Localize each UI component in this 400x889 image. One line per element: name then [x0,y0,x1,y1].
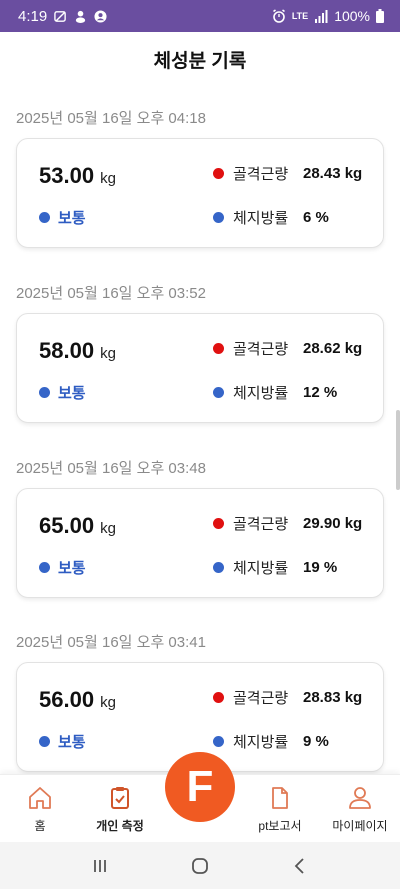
muscle-label: 골격근량 [233,166,289,183]
weight-unit: kg [100,694,116,711]
fat-metric: 체지방률 12 % [213,382,337,403]
nav-label-report: pt보고서 [258,819,302,833]
muscle-value: 28.62 kg [303,340,363,357]
record-card[interactable]: 65.00 kg 보통 골격근량 29.90 kg 체지방률 19 % [16,488,384,598]
status-badge: 보통 [39,731,86,752]
back-button[interactable] [280,851,320,881]
muscle-dot-icon [213,692,224,703]
nav-item-measure[interactable]: 개인 측정 [80,785,160,834]
muscle-metric: 골격근량 29.90 kg [213,513,362,534]
fat-value: 9 % [303,733,329,750]
account-icon [94,9,107,23]
recent-apps-button[interactable] [80,851,120,881]
status-text: 보통 [58,210,86,227]
status-dot-icon [39,212,50,223]
system-nav-bar [0,842,400,889]
page-title: 체성분 기록 [153,50,247,72]
muscle-metric: 골격근량 28.43 kg [213,163,362,184]
fat-metric: 체지방률 6 % [213,207,329,228]
muscle-metric: 골격근량 28.62 kg [213,338,362,359]
muscle-dot-icon [213,343,224,354]
fat-value: 12 % [303,384,338,401]
muscle-dot-icon [213,168,224,179]
fab-button[interactable]: F [165,752,235,822]
muscle-metric: 골격근량 28.83 kg [213,687,362,708]
status-badge: 보통 [39,557,86,578]
battery-percent: 100% [334,8,370,24]
weight-value: 65.00 [39,513,95,538]
nav-item-report[interactable]: pt보고서 [240,785,320,834]
weight-unit: kg [100,520,116,537]
muscle-label: 골격근량 [233,516,289,533]
muscle-value: 28.83 kg [303,689,363,706]
clipboard-check-icon [111,787,129,809]
fat-label: 체지방률 [233,385,289,402]
recent-apps-icon [94,859,106,872]
status-text: 보통 [58,385,86,402]
fat-dot-icon [213,387,224,398]
weight-display: 65.00 kg [39,513,116,539]
status-time: 4:19 [18,7,48,25]
signal-icon [315,9,328,23]
fat-label: 체지방률 [233,734,289,751]
app-header: 체성분 기록 [0,32,400,86]
home-icon [29,787,51,809]
muscle-label: 골격근량 [233,690,289,707]
notification-icon [54,10,67,22]
status-dot-icon [39,736,50,747]
nav-item-home[interactable]: 홈 [0,785,80,834]
status-badge: 보통 [39,382,86,403]
record-date: 2025년 05월 16일 오후 03:48 [16,460,206,477]
user-icon [349,787,371,809]
weight-display: 53.00 kg [39,163,116,189]
record-date: 2025년 05월 16일 오후 04:18 [16,110,206,127]
fat-metric: 체지방률 19 % [213,557,337,578]
fat-metric: 체지방률 9 % [213,731,329,752]
fat-label: 체지방률 [233,560,289,577]
alarm-icon [272,9,285,23]
back-chevron-icon [294,857,304,874]
fat-label: 체지방률 [233,210,289,227]
muscle-value: 29.90 kg [303,515,363,532]
muscle-label: 골격근량 [233,341,289,358]
battery-icon [376,9,384,23]
weight-value: 58.00 [39,338,95,363]
weight-display: 58.00 kg [39,338,116,364]
weight-unit: kg [100,345,116,362]
network-type: LTE [291,11,309,21]
edge-panel-handle[interactable] [396,410,400,490]
fat-dot-icon [213,736,224,747]
fat-dot-icon [213,562,224,573]
weight-value: 53.00 [39,163,95,188]
record-card[interactable]: 53.00 kg 보통 골격근량 28.43 kg 체지방률 6 % [16,138,384,248]
home-button[interactable] [180,851,220,881]
status-dot-icon [39,562,50,573]
fat-value: 6 % [303,209,329,226]
status-badge: 보통 [39,207,86,228]
app-notification-icon [76,10,86,23]
record-date: 2025년 05월 16일 오후 03:52 [16,285,206,302]
fat-value: 19 % [303,559,338,576]
status-text: 보통 [58,560,86,577]
nav-label-measure: 개인 측정 [96,819,144,833]
status-dot-icon [39,387,50,398]
nav-label-home: 홈 [34,819,46,833]
record-date: 2025년 05월 16일 오후 03:41 [16,634,206,651]
nav-label-mypage: 마이페이지 [332,819,388,833]
record-card[interactable]: 58.00 kg 보통 골격근량 28.62 kg 체지방률 12 % [16,313,384,423]
muscle-value: 28.43 kg [303,165,363,182]
weight-display: 56.00 kg [39,687,116,713]
muscle-dot-icon [213,518,224,529]
document-icon [272,787,288,809]
record-list[interactable]: 2025년 05월 16일 오후 04:18 53.00 kg 보통 골격근량 … [0,86,400,776]
status-bar: 4:19 LTE 100% [0,0,400,32]
weight-value: 56.00 [39,687,95,712]
weight-unit: kg [100,170,116,187]
home-circle-icon [192,857,208,874]
nav-item-mypage[interactable]: 마이페이지 [320,785,400,834]
fat-dot-icon [213,212,224,223]
status-text: 보통 [58,734,86,751]
